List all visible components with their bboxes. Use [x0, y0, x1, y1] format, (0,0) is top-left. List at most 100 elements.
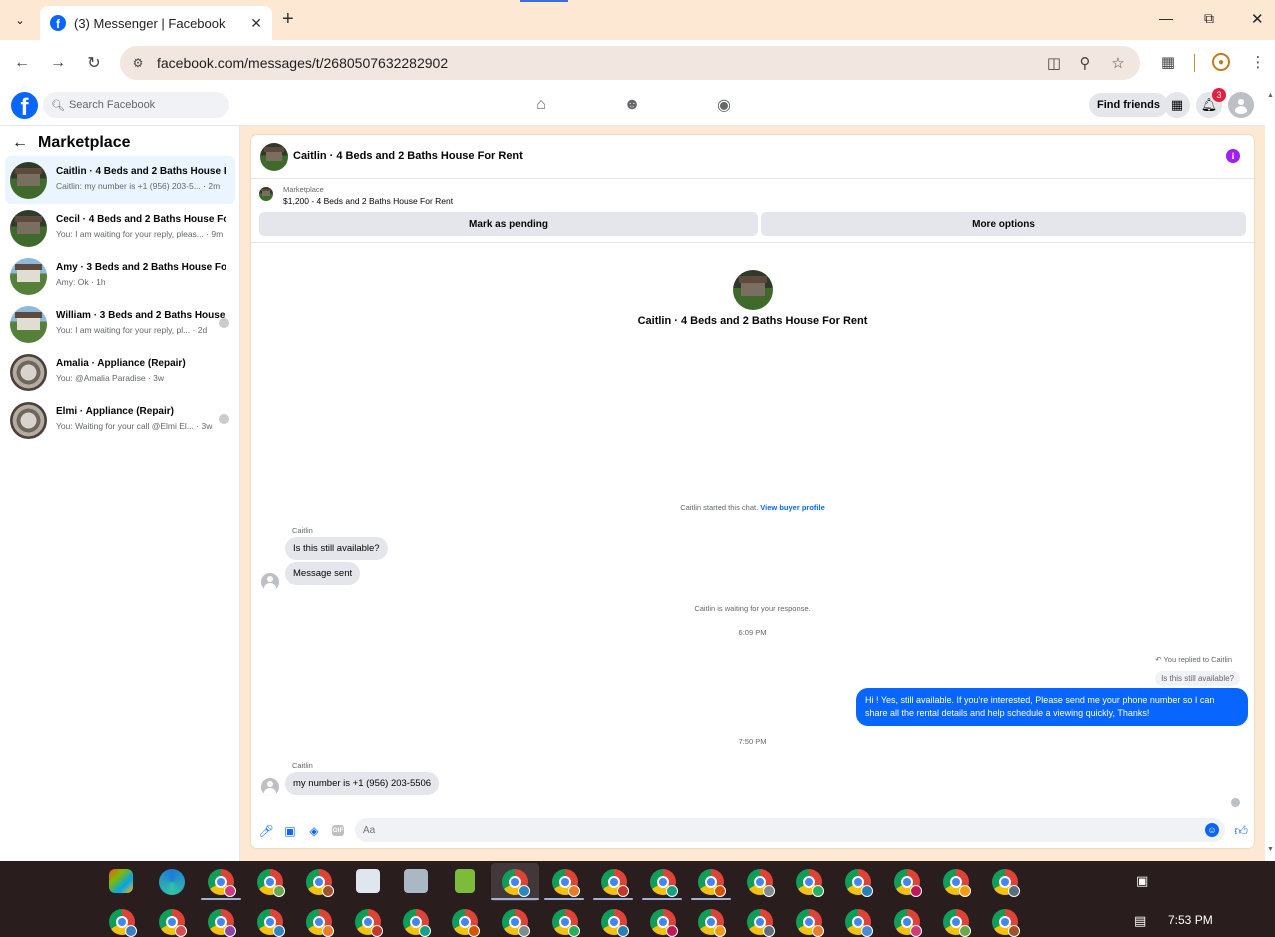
chrome-icon[interactable] — [894, 909, 922, 937]
find-friends-button[interactable]: Find friends — [1089, 93, 1168, 117]
forward-arrow-icon[interactable]: → — [47, 52, 69, 74]
chrome-icon[interactable] — [109, 909, 137, 937]
mark-as-pending-button[interactable]: Mark as pending — [259, 212, 758, 236]
reload-icon[interactable]: ↻ — [83, 52, 105, 74]
restore-window-button[interactable]: ⧉ — [1204, 10, 1214, 27]
info-icon[interactable]: i — [1226, 149, 1240, 163]
zoom-icon[interactable]: ⚲ — [1076, 54, 1094, 72]
chrome-icon[interactable] — [698, 869, 726, 897]
chrome-icon[interactable] — [943, 909, 971, 937]
photo-gallery-icon[interactable]: ▣ — [283, 824, 297, 838]
chrome-icon[interactable] — [650, 909, 678, 937]
groups-icon[interactable]: ◉ — [714, 95, 734, 115]
chrome-icon[interactable] — [257, 909, 285, 937]
message-input[interactable] — [355, 818, 1195, 842]
chrome-icon[interactable] — [845, 909, 873, 937]
chat-title[interactable]: Caitlin · 4 Beds and 2 Baths House For R… — [293, 150, 523, 162]
conversation-item[interactable]: Amalia · Appliance (Repair) You: @Amalia … — [5, 348, 235, 396]
conversation-item[interactable]: Caitlin · 4 Beds and 2 Baths House For R… — [5, 156, 235, 204]
sender-avatar[interactable] — [261, 778, 279, 796]
chrome-icon[interactable] — [992, 909, 1020, 937]
address-bar[interactable]: ⚙ facebook.com/messages/t/26805076322829… — [120, 46, 1140, 80]
view-buyer-profile-link[interactable]: View buyer profile — [760, 503, 824, 512]
facebook-search[interactable]: 🔍︎ — [43, 92, 229, 118]
chrome-icon[interactable] — [552, 869, 580, 897]
close-window-button[interactable]: ✕ — [1251, 10, 1264, 28]
bookmark-star-icon[interactable]: ☆ — [1109, 54, 1127, 72]
microphone-icon[interactable]: 🎤︎ — [258, 824, 273, 838]
chrome-icon[interactable] — [747, 869, 775, 897]
chrome-icon[interactable] — [796, 909, 824, 937]
network-icon[interactable]: ▤ — [1134, 913, 1146, 929]
install-app-icon[interactable]: ◫ — [1045, 54, 1063, 72]
conversation-item[interactable]: Cecil · 4 Beds and 2 Baths House For Ren… — [5, 204, 235, 252]
incoming-message[interactable]: my number is +1 (956) 203-5506 — [285, 772, 440, 795]
browser-tab-messenger[interactable]: f (3) Messenger | Facebook ✕ — [40, 6, 272, 40]
friends-icon[interactable]: ☻ — [622, 95, 642, 115]
incoming-message[interactable]: Message sent — [285, 562, 361, 585]
taskbar-clock[interactable]: 7:53 PM — [1168, 913, 1213, 927]
chrome-icon[interactable] — [403, 909, 431, 937]
incoming-message[interactable]: Is this still available? — [285, 537, 388, 560]
chrome-icon[interactable] — [355, 909, 383, 937]
sticker-icon[interactable]: ◈ — [307, 824, 321, 838]
menu-grid-icon[interactable]: ▦ — [1164, 92, 1190, 118]
chrome-icon[interactable] — [306, 869, 334, 897]
chrome-icon[interactable] — [894, 869, 922, 897]
quoted-message[interactable]: Is this still available? — [1155, 671, 1240, 686]
page-scrollbar[interactable]: ▲ ▼ — [1265, 86, 1275, 861]
facebook-logo-icon[interactable]: f — [11, 92, 38, 119]
app-window-icon[interactable] — [404, 869, 428, 893]
chrome-icon[interactable] — [601, 909, 629, 937]
site-settings-icon[interactable]: ⚙ — [130, 55, 146, 71]
edge-icon[interactable] — [159, 869, 185, 895]
chrome-icon[interactable] — [992, 869, 1020, 897]
chrome-icon[interactable] — [845, 869, 873, 897]
chrome-icon[interactable] — [257, 869, 285, 897]
sender-avatar[interactable] — [261, 573, 279, 591]
message-input-box[interactable]: ☺ — [355, 818, 1225, 842]
chrome-icon[interactable] — [747, 909, 775, 937]
copilot-icon[interactable] — [109, 869, 133, 893]
chrome-icon[interactable] — [698, 909, 726, 937]
conversation-hero-thumbnail[interactable] — [733, 270, 773, 310]
chrome-icon[interactable] — [502, 909, 530, 937]
browser-menu-icon[interactable]: ⋮ — [1248, 52, 1268, 72]
address-url[interactable]: facebook.com/messages/t/2680507632282902 — [157, 55, 448, 71]
chrome-icon[interactable] — [552, 909, 580, 937]
facebook-search-input[interactable] — [68, 99, 229, 111]
chrome-icon[interactable] — [306, 909, 334, 937]
new-tab-button[interactable]: + — [282, 9, 294, 29]
tab-search-button[interactable]: ⌄ — [8, 9, 32, 31]
close-tab-icon[interactable]: ✕ — [250, 15, 262, 32]
chrome-icon[interactable] — [601, 869, 629, 897]
outgoing-message[interactable]: Hi ! Yes, still available. If you're int… — [856, 688, 1248, 726]
conversation-item[interactable]: Amy · 3 Beds and 2 Baths House For Rent A… — [5, 252, 235, 300]
chrome-icon[interactable] — [208, 869, 236, 897]
chrome-icon[interactable] — [650, 869, 678, 897]
more-options-button[interactable]: More options — [761, 212, 1246, 236]
conversation-item[interactable]: William · 3 Beds and 2 Baths House For R… — [5, 300, 235, 348]
chrome-icon[interactable] — [208, 909, 236, 937]
thumbs-up-icon[interactable]: 👍︎ — [1234, 823, 1248, 839]
emoji-icon[interactable]: ☺ — [1205, 823, 1219, 837]
account-avatar[interactable] — [1228, 92, 1254, 118]
conversation-item[interactable]: Elmi · Appliance (Repair) You: Waiting fo… — [5, 396, 235, 444]
app-window-icon[interactable] — [356, 869, 380, 893]
profile-icon[interactable]: ● — [1211, 52, 1231, 72]
back-arrow-icon[interactable]: ← — [12, 134, 28, 152]
minimize-window-button[interactable]: — — [1159, 10, 1173, 26]
chrome-icon[interactable] — [943, 869, 971, 897]
chrome-icon[interactable] — [502, 869, 530, 897]
chrome-icon[interactable] — [452, 909, 480, 937]
chat-thumbnail[interactable] — [260, 143, 288, 171]
extensions-puzzle-icon[interactable]: ▦ — [1158, 52, 1178, 72]
chrome-icon[interactable] — [796, 869, 824, 897]
meet-now-icon[interactable]: ▣ — [1136, 873, 1148, 889]
gif-icon[interactable]: GIF — [332, 825, 344, 836]
back-arrow-icon[interactable]: ← — [11, 52, 33, 74]
listing-summary[interactable]: Marketplace $1,200 - 4 Beds and 2 Baths … — [259, 185, 859, 206]
chrome-icon[interactable] — [159, 909, 187, 937]
notepad-icon[interactable] — [455, 869, 475, 893]
home-icon[interactable]: ⌂ — [531, 95, 551, 115]
